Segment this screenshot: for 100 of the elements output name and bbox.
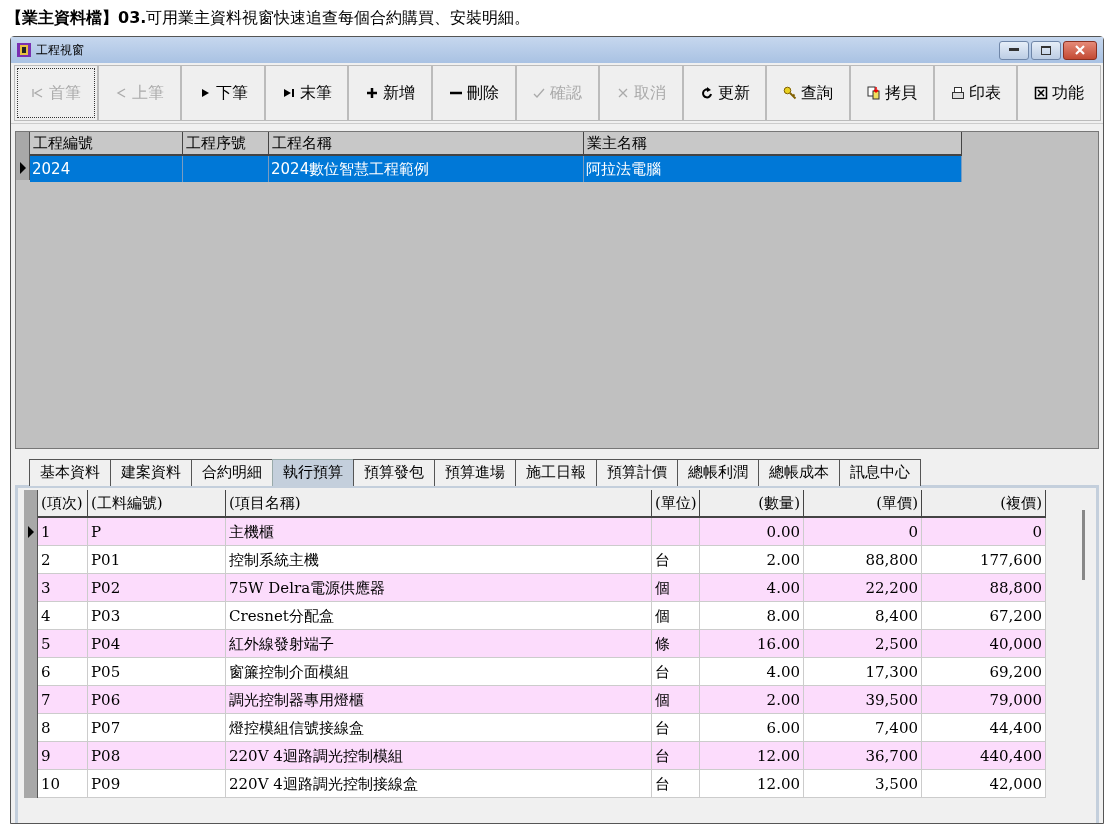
table-cell: 燈控模組信號接線盒 <box>226 714 652 742</box>
table-cell: 個 <box>652 574 700 602</box>
table-cell: 40,000 <box>922 630 1046 658</box>
table-cell: 88,800 <box>804 546 922 574</box>
tab[interactable]: 合約明細 <box>191 459 273 486</box>
table-cell: 17,300 <box>804 658 922 686</box>
table-cell: 條 <box>652 630 700 658</box>
toolbar-button[interactable]: 功能 <box>1017 65 1101 121</box>
column-header[interactable]: (單位) <box>652 490 700 518</box>
tab[interactable]: 執行預算 <box>272 459 354 486</box>
tab[interactable]: 總帳成本 <box>758 459 840 486</box>
key-icon <box>783 86 798 100</box>
tab[interactable]: 施工日報 <box>515 459 597 486</box>
table-cell: P07 <box>88 714 226 742</box>
table-cell: 8.00 <box>700 602 804 630</box>
table-cell: 69,200 <box>922 658 1046 686</box>
header-corner <box>16 132 30 156</box>
tab[interactable]: 建案資料 <box>110 459 192 486</box>
tab[interactable]: 總帳利潤 <box>677 459 759 486</box>
toolbar-button[interactable]: 拷貝 <box>850 65 934 121</box>
table-cell: 22,200 <box>804 574 922 602</box>
table-cell: 阿拉法電腦 <box>584 156 962 182</box>
toolbar-button[interactable]: 新增 <box>348 65 433 121</box>
toolbar-button[interactable]: 查詢 <box>766 65 851 121</box>
close-icon <box>1075 45 1085 55</box>
tab[interactable]: 基本資料 <box>29 459 111 486</box>
table-cell: 窗簾控制介面模組 <box>226 658 652 686</box>
table-cell: 個 <box>652 686 700 714</box>
toolbar-button[interactable]: 更新 <box>682 65 767 121</box>
column-header[interactable]: (單價) <box>804 490 922 518</box>
table-cell <box>652 518 700 546</box>
column-header[interactable]: (複價) <box>922 490 1046 518</box>
column-header[interactable]: (項次) <box>38 490 88 518</box>
table-cell: P01 <box>88 546 226 574</box>
table-cell: 177,600 <box>922 546 1046 574</box>
table-cell: 紅外線發射端子 <box>226 630 652 658</box>
table-cell: Cresnet分配盒 <box>226 602 652 630</box>
toolbar-button[interactable]: 下筆 <box>181 65 265 121</box>
boxed-x-icon <box>1034 86 1049 100</box>
window-title: 工程視窗 <box>36 41 84 59</box>
caption-text: 【業主資料檔】03.可用業主資料視窗快速追查每個合約購買、安裝明細。 <box>5 7 532 28</box>
table-cell: 220V 4迴路調光控制模組 <box>226 742 652 770</box>
table-cell: 5 <box>38 630 88 658</box>
tab[interactable]: 預算計價 <box>596 459 678 486</box>
table-cell: P03 <box>88 602 226 630</box>
table-cell: 2.00 <box>700 546 804 574</box>
minimize-icon <box>1009 48 1019 52</box>
table-cell: 2024 <box>30 156 183 182</box>
current-row-icon <box>27 526 34 538</box>
minimize-button[interactable] <box>999 40 1029 60</box>
table-cell: 3,500 <box>804 770 922 798</box>
scroll-thumb[interactable] <box>1081 510 1085 580</box>
table-cell: 79,000 <box>922 686 1046 714</box>
column-header[interactable]: 工程編號 <box>30 132 183 156</box>
table-cell: P06 <box>88 686 226 714</box>
table-cell: 0.00 <box>700 518 804 546</box>
table-cell: 440,400 <box>922 742 1046 770</box>
current-row-icon <box>19 162 26 174</box>
maximize-icon <box>1041 45 1051 55</box>
printer-icon <box>950 86 965 100</box>
table-cell: 10 <box>38 770 88 798</box>
maximize-button[interactable] <box>1031 40 1061 60</box>
table-cell: P <box>88 518 226 546</box>
table-cell: 44,400 <box>922 714 1046 742</box>
close-button[interactable] <box>1063 40 1097 60</box>
table-cell: 4.00 <box>700 658 804 686</box>
table-cell: 台 <box>652 714 700 742</box>
table-cell: 12.00 <box>700 770 804 798</box>
toolbar-button[interactable]: 印表 <box>933 65 1018 121</box>
table-cell: 7,400 <box>804 714 922 742</box>
first-record-icon <box>30 86 45 100</box>
tab[interactable]: 訊息中心 <box>839 459 921 486</box>
table-cell: 6.00 <box>700 714 804 742</box>
table-cell: 台 <box>652 658 700 686</box>
column-header[interactable]: 業主名稱 <box>584 132 962 156</box>
table-cell: 主機櫃 <box>226 518 652 546</box>
table-cell: P04 <box>88 630 226 658</box>
table-cell: 2024數位智慧工程範例 <box>269 156 584 182</box>
table-cell: 2.00 <box>700 686 804 714</box>
column-header[interactable]: (數量) <box>700 490 804 518</box>
column-header[interactable]: (工料編號) <box>88 490 226 518</box>
row-indicator[interactable] <box>16 156 30 180</box>
table-cell: 220V 4迴路調光控制接線盒 <box>226 770 652 798</box>
tab[interactable]: 預算進場 <box>434 459 516 486</box>
last-record-icon <box>281 86 296 100</box>
tab[interactable]: 預算發包 <box>353 459 435 486</box>
toolbar-button[interactable]: 刪除 <box>432 65 516 121</box>
table-cell: 控制系統主機 <box>226 546 652 574</box>
table-cell: 2,500 <box>804 630 922 658</box>
copy-icon <box>866 86 881 100</box>
table-cell: 16.00 <box>700 630 804 658</box>
table-cell: P08 <box>88 742 226 770</box>
table-cell: 4.00 <box>700 574 804 602</box>
column-header[interactable]: 工程序號 <box>183 132 269 156</box>
column-header[interactable]: (項目名稱) <box>226 490 652 518</box>
table-cell: 0 <box>804 518 922 546</box>
column-header[interactable]: 工程名稱 <box>269 132 584 156</box>
table-cell: 調光控制器專用燈櫃 <box>226 686 652 714</box>
table-cell: 88,800 <box>922 574 1046 602</box>
toolbar-button[interactable]: 末筆 <box>264 65 349 121</box>
